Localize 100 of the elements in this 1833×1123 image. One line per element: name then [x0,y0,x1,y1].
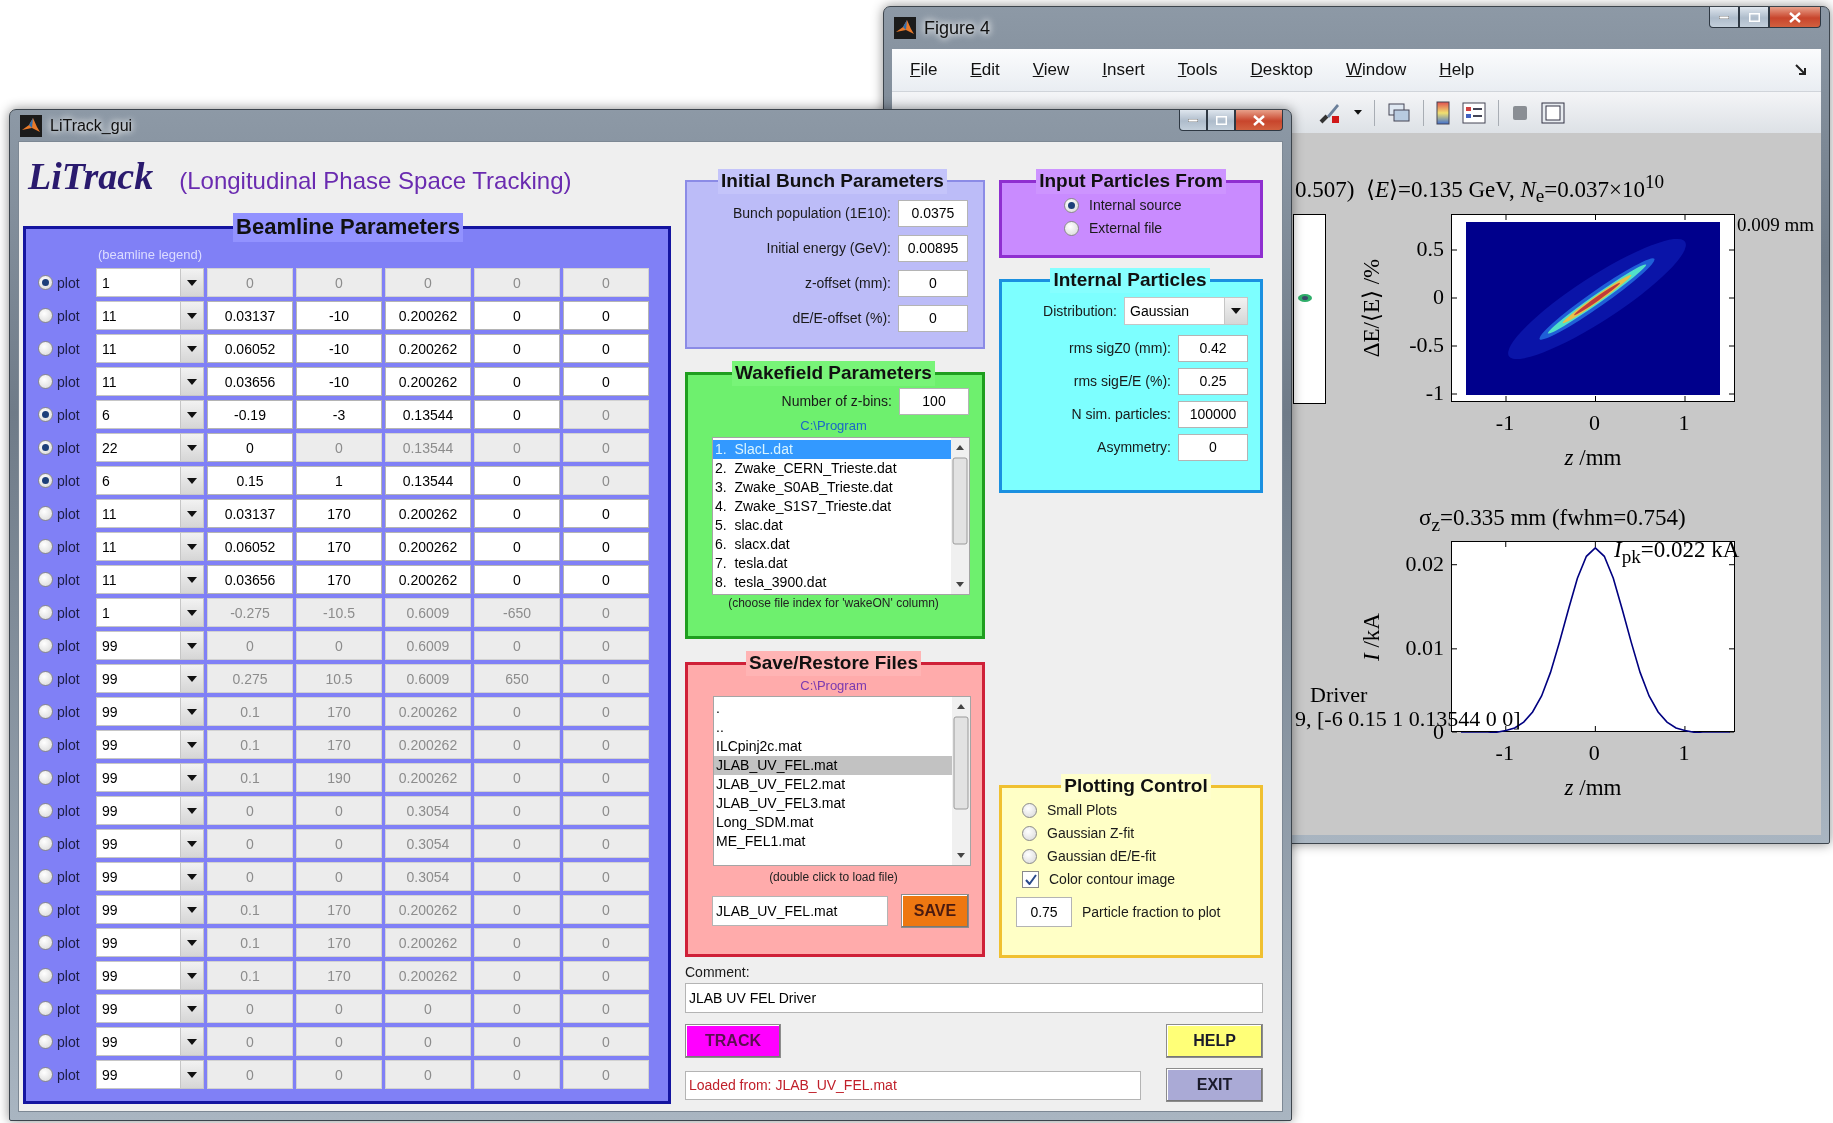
file-list[interactable]: 1. SlacL.dat 2. Zwake_CERN_Trieste.dat 3. Zwake_S0AB_Trieste.dat 4. Zwake_S1S7_Trieste.dat 5. slac.dat 6. slacx.dat 7. tesla.dat 8. tesla_3900.dat [712,436,970,595]
parameter-cell[interactable]: 0.13544 [385,466,471,496]
frame-icon[interactable] [1541,101,1565,124]
parameter-cell[interactable]: 0 [474,400,560,430]
list-item[interactable]: JLAB_UV_FEL2.mat [714,774,952,794]
help-button[interactable]: HELP [1166,1024,1263,1058]
plot-radio[interactable] [38,671,53,687]
element-dropdown[interactable]: 99 [96,631,204,661]
element-dropdown[interactable]: 99 [96,1060,204,1090]
menu-item[interactable]: Tools [1177,60,1218,80]
filename-field[interactable]: JLAB_UV_FEL.mat [712,895,888,926]
menu-item[interactable]: Desktop [1250,60,1313,80]
parameter-cell[interactable]: 0.200262 [385,301,471,331]
text-field[interactable]: 0 [1178,433,1248,461]
element-dropdown[interactable]: 11 [96,367,204,397]
plot-radio[interactable] [38,869,53,885]
text-field[interactable]: 0.42 [1178,334,1248,362]
element-dropdown[interactable]: 6 [96,400,204,430]
status-field[interactable]: Loaded from: JLAB_UV_FEL.mat [685,1070,1141,1100]
exit-button[interactable]: EXIT [1166,1068,1263,1102]
plot-radio[interactable] [38,572,53,588]
plot-radio[interactable] [38,440,53,456]
parameter-cell[interactable]: 0 [563,367,649,397]
plot-radio[interactable] [38,902,53,918]
parameter-cell[interactable]: 0.06052 [207,532,293,562]
track-button[interactable]: TRACK [685,1024,781,1058]
text-field[interactable]: 0.0375 [898,199,968,227]
element-dropdown[interactable]: 99 [96,763,204,793]
menu-item[interactable]: File [910,60,938,80]
file-list[interactable]: . .. ILCpinj2c.mat JLAB_UV_FEL.mat JLAB_UV_FEL2.mat JLAB_UV_FEL3.mat Long_SDM.mat ME_FEL1.mat [713,695,971,866]
minimize-button[interactable] [1179,110,1207,131]
parameter-cell[interactable]: 0 [563,334,649,364]
parameter-cell[interactable]: 0 [474,367,560,397]
stacked-windows-icon[interactable] [1387,100,1411,125]
text-field[interactable]: 0 [898,304,968,332]
element-dropdown[interactable]: 11 [96,499,204,529]
parameter-cell[interactable]: 0.13544 [385,400,471,430]
list-item[interactable]: 5. slac.dat [713,515,951,535]
element-dropdown[interactable]: 99 [96,961,204,991]
element-dropdown[interactable]: 99 [96,994,204,1024]
list-item[interactable]: ME_FEL1.mat [714,831,952,851]
list-item[interactable]: . [714,698,952,718]
source-radio[interactable] [1064,197,1079,213]
scrollbar[interactable] [952,696,970,865]
parameter-cell[interactable]: -10 [296,334,382,364]
list-item[interactable]: 4. Zwake_S1S7_Trieste.dat [713,496,951,516]
plot-radio[interactable] [38,935,53,951]
plot-radio[interactable] [38,1067,53,1083]
plot-radio[interactable] [38,836,53,852]
parameter-cell[interactable]: -0.19 [207,400,293,430]
parameter-cell[interactable]: 0.200262 [385,565,471,595]
parameter-cell[interactable]: 0 [474,301,560,331]
element-dropdown[interactable]: 22 [96,433,204,463]
list-item[interactable]: 3. Zwake_S0AB_Trieste.dat [713,477,951,497]
text-field[interactable]: 0.25 [1178,367,1248,395]
parameter-cell[interactable]: 0 [563,532,649,562]
parameter-cell[interactable]: 0.06052 [207,334,293,364]
option-radio[interactable] [1022,802,1037,818]
plot-radio[interactable] [38,275,53,291]
option-checkbox[interactable] [1022,870,1039,888]
element-dropdown[interactable]: 1 [96,598,204,628]
close-button[interactable] [1769,7,1821,28]
parameter-cell[interactable]: 0 [207,433,293,463]
element-dropdown[interactable]: 11 [96,532,204,562]
element-dropdown[interactable]: 99 [96,829,204,859]
plot-radio[interactable] [38,308,53,324]
parameter-cell[interactable]: -3 [296,400,382,430]
parameter-cell[interactable]: 0 [563,565,649,595]
element-dropdown[interactable]: 99 [96,664,204,694]
legend-icon[interactable] [1462,101,1486,124]
parameter-cell[interactable]: 0.200262 [385,532,471,562]
parameter-cell[interactable]: 0.15 [207,466,293,496]
element-dropdown[interactable]: 99 [96,862,204,892]
element-dropdown[interactable]: 99 [96,730,204,760]
plot-radio[interactable] [38,737,53,753]
list-item[interactable]: Long_SDM.mat [714,812,952,832]
plot-radio[interactable] [38,803,53,819]
save-button[interactable]: SAVE [901,893,969,928]
element-dropdown[interactable]: 1 [96,268,204,298]
scrollbar[interactable] [951,437,969,594]
element-dropdown[interactable]: 11 [96,301,204,331]
distribution-dropdown[interactable]: Gaussian [1124,296,1248,325]
plot-radio[interactable] [38,407,53,423]
parameter-cell[interactable]: 0.03137 [207,301,293,331]
plot-radio[interactable] [38,638,53,654]
list-item[interactable]: 6. slacx.dat [713,534,951,554]
text-field[interactable]: 0 [898,269,968,297]
plot-radio[interactable] [38,1034,53,1050]
option-radio[interactable] [1022,825,1037,841]
parameter-cell[interactable]: 0.200262 [385,334,471,364]
plot-radio[interactable] [38,473,53,489]
list-item[interactable]: 2. Zwake_CERN_Trieste.dat [713,458,951,478]
square-icon[interactable] [1511,103,1529,122]
list-item[interactable]: JLAB_UV_FEL.mat [714,755,952,775]
plot-radio[interactable] [38,506,53,522]
parameter-cell[interactable]: -10 [296,367,382,397]
dock-arrow-icon[interactable] [1795,64,1807,76]
plot-radio[interactable] [38,374,53,390]
close-button[interactable] [1235,110,1283,131]
minimize-button[interactable] [1709,7,1739,28]
